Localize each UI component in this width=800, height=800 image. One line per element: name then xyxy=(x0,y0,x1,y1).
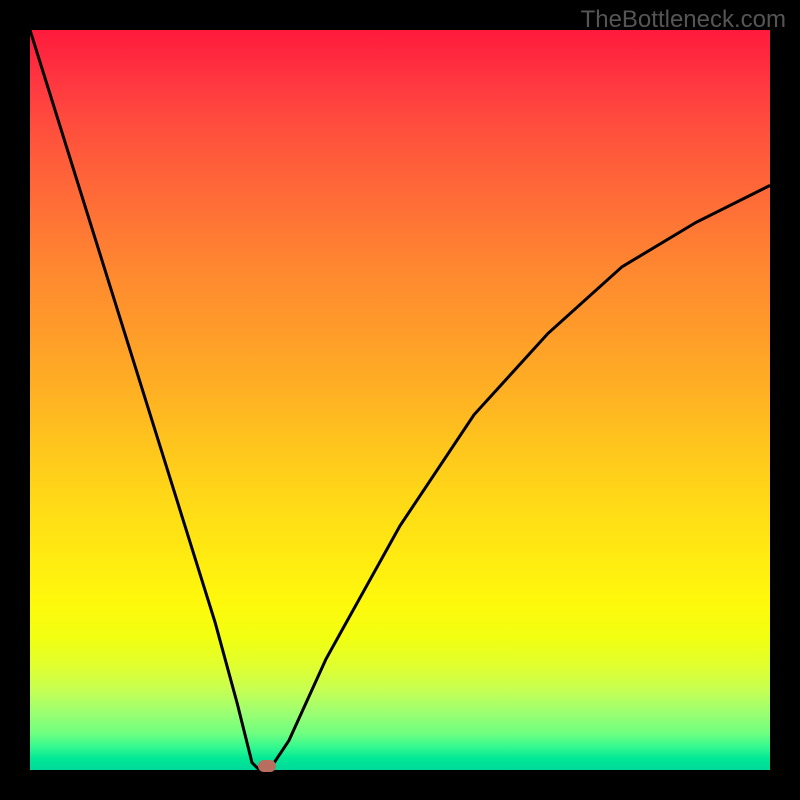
bottleneck-curve xyxy=(30,30,770,770)
chart-plot-area xyxy=(30,30,770,770)
optimal-point-marker xyxy=(258,760,276,772)
watermark-text: TheBottleneck.com xyxy=(581,6,786,34)
